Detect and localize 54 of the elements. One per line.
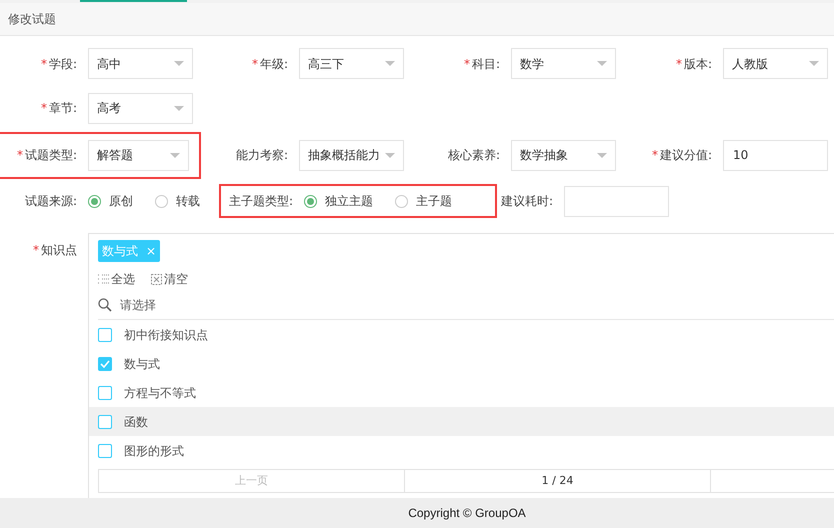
select-field[interactable]: 高考 bbox=[88, 92, 193, 124]
caret-icon bbox=[385, 152, 395, 158]
checkbox[interactable] bbox=[98, 328, 112, 342]
caret-icon bbox=[809, 61, 819, 66]
field-label: 主子题类型: bbox=[228, 193, 293, 210]
field-label: * 知识点 bbox=[32, 242, 77, 259]
field-label: * 版本: bbox=[674, 56, 712, 72]
caret-icon bbox=[597, 61, 607, 66]
panel-title: 修改试题 bbox=[8, 11, 56, 28]
radio-option[interactable]: 独立主题 bbox=[304, 192, 373, 210]
checkbox[interactable] bbox=[98, 444, 112, 458]
option-row[interactable]: 初中衔接知识点 bbox=[89, 320, 834, 349]
field-label: * 学段: bbox=[40, 56, 77, 72]
option-row[interactable]: 图形的形式 bbox=[89, 436, 834, 465]
field-label: 试题来源: bbox=[24, 193, 77, 210]
field-label: * 试题类型: bbox=[16, 147, 77, 164]
checkbox[interactable] bbox=[98, 386, 112, 400]
select-field[interactable]: 高中 bbox=[88, 48, 193, 79]
radio-option[interactable]: 转载 bbox=[155, 192, 200, 210]
caret-icon bbox=[385, 61, 395, 66]
field-label: * 章节: bbox=[40, 100, 77, 117]
list-icon bbox=[98, 274, 109, 284]
select-field[interactable]: 高三下 bbox=[299, 48, 404, 79]
input-field[interactable]: 10 bbox=[723, 140, 828, 170]
checkbox[interactable] bbox=[98, 414, 112, 428]
checkbox[interactable] bbox=[98, 356, 112, 370]
toolbar-button[interactable]: 全选 bbox=[98, 270, 135, 288]
select-field[interactable]: 数学 bbox=[511, 48, 616, 79]
input-field[interactable] bbox=[564, 186, 669, 216]
field-label: 建议耗时: bbox=[500, 193, 553, 210]
radio-option[interactable]: 主子题 bbox=[395, 192, 452, 210]
search-icon bbox=[98, 298, 112, 312]
option-row[interactable]: 方程与不等式 bbox=[89, 378, 834, 407]
copyright-text: Copyright © GroupOA bbox=[408, 505, 526, 522]
caret-icon bbox=[170, 152, 180, 158]
caret-icon bbox=[597, 152, 607, 158]
option-row[interactable]: 函数 bbox=[89, 407, 834, 436]
field-label: * 科目: bbox=[462, 56, 500, 72]
select-field[interactable]: 数学抽象 bbox=[511, 140, 616, 170]
caret-icon bbox=[174, 106, 184, 110]
field-label: 能力考察: bbox=[234, 147, 288, 164]
select-field[interactable]: 抽象概括能力 bbox=[299, 140, 404, 170]
selected-tag: 数与式 × bbox=[98, 240, 160, 262]
select-field[interactable]: 解答题 bbox=[88, 140, 189, 170]
field-label: * 年级: bbox=[250, 56, 288, 72]
field-label: * 建议分值: bbox=[650, 147, 712, 164]
option-row[interactable]: 数与式 bbox=[89, 349, 834, 378]
clear-icon bbox=[151, 274, 162, 284]
caret-icon bbox=[174, 61, 184, 66]
check-icon bbox=[100, 360, 110, 368]
select-field[interactable]: 人教版 bbox=[723, 48, 828, 79]
radio-option[interactable]: 原创 bbox=[88, 192, 133, 210]
toolbar-button[interactable]: 清空 bbox=[151, 270, 188, 288]
field-label: 核心素养: bbox=[446, 147, 500, 164]
